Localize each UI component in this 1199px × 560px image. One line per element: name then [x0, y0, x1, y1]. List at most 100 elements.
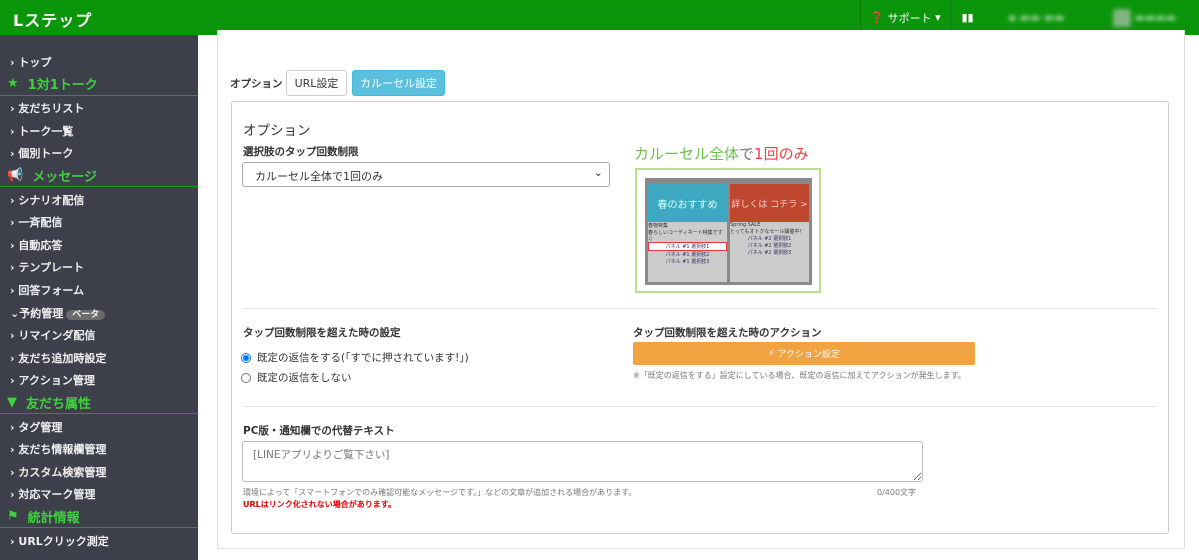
sidebar-item-label: カスタム検索管理	[18, 465, 107, 479]
sidebar-item[interactable]: › アクション管理	[10, 372, 95, 388]
tab-carousel-settings[interactable]: カルーセル設定	[352, 70, 445, 96]
chevron-right-icon: ›	[10, 534, 15, 548]
tap-limit-label: 選択肢のタップ回数制限	[243, 146, 359, 158]
sidebar-item[interactable]: › 友だちリスト	[10, 100, 84, 116]
panel1-choice: パネル #1 選択肢2	[665, 252, 710, 258]
panel2-desc: とってもオトクなセール開催中！	[730, 229, 805, 235]
tap-limit-select[interactable]: カルーセル全体で1回のみ ⌄	[242, 162, 610, 187]
radio-label: 既定の返信をしない	[257, 372, 352, 384]
radio-input[interactable]	[241, 352, 251, 363]
chevron-right-icon: ›	[10, 147, 15, 161]
section-title: 統計情報	[27, 510, 80, 526]
chevron-down-icon: ⌄	[10, 306, 20, 320]
chevron-right-icon: ›	[10, 102, 15, 116]
account-text: ▪ ▬▬ ▬▬	[1008, 11, 1065, 24]
divider	[243, 308, 1157, 309]
chevron-right-icon: ›	[10, 238, 15, 252]
panel1-title: 春物特集	[648, 223, 669, 229]
sidebar-section-header: ▼ 友だち属性	[0, 391, 198, 414]
star-icon: ★	[7, 76, 19, 92]
radio-default-reply[interactable]: 既定の返信をする(「すでに押されています!」)	[241, 350, 469, 365]
tab-url-settings[interactable]: URL設定	[286, 70, 347, 96]
sidebar-item[interactable]: › 回答フォーム	[10, 282, 84, 298]
logo[interactable]: Lステップ	[13, 7, 92, 31]
question-circle-icon: ❓	[870, 11, 885, 24]
sidebar-item[interactable]: › リマインダ配信	[10, 327, 95, 343]
sidebar-item-label: 一斉配信	[18, 216, 63, 230]
sidebar-item[interactable]: › URLクリック測定	[10, 533, 109, 549]
panel2-choice: パネル #2 選択肢3	[747, 250, 792, 256]
sidebar-item-label: URLクリック測定	[18, 534, 109, 548]
sidebar-item-label: 個別トーク	[18, 147, 74, 161]
sidebar-item-label: 対応マーク管理	[18, 488, 96, 502]
sidebar-item[interactable]: › 自動応答	[10, 237, 62, 253]
caption-a: カルーセル全体	[634, 145, 740, 163]
sidebar-item[interactable]: › シナリオ配信	[10, 192, 84, 208]
chevron-right-icon: ›	[10, 124, 15, 138]
megaphone-icon: 📢	[7, 167, 24, 183]
chevron-right-icon: ›	[10, 216, 15, 230]
chevron-right-icon: ›	[10, 351, 15, 365]
tap-limit-value: カルーセル全体で1回のみ	[255, 170, 383, 183]
radio-no-reply[interactable]: 既定の返信をしない	[241, 370, 352, 385]
support-label: サポート	[887, 11, 932, 25]
sidebar-item[interactable]: › テンプレート	[10, 259, 84, 275]
chevron-right-icon: ›	[10, 284, 15, 297]
radio-input[interactable]	[241, 372, 251, 383]
carousel-preview-image: 春のおすすめ 春物特集 春らしいコーディネート特集です♫ パネル #1 選択肢1…	[635, 168, 821, 293]
panel1-choice: パネル #1 選択肢1	[648, 242, 727, 251]
chevron-right-icon: ›	[10, 443, 15, 457]
option-label: オプション	[230, 78, 283, 90]
action-settings-button[interactable]: ⚡ アクション設定	[633, 342, 975, 365]
chevron-right-icon: ›	[10, 261, 15, 275]
sidebar-item[interactable]: › カスタム検索管理	[10, 464, 106, 480]
action-button-label: アクション設定	[777, 350, 840, 360]
sidebar-item[interactable]: › 友だち追加時設定	[10, 350, 106, 366]
bolt-icon: ⚡	[768, 348, 775, 359]
sidebar-item[interactable]: › トーク一覧	[10, 123, 73, 139]
panel2-choice: パネル #2 選択肢1	[747, 236, 792, 242]
sidebar: › トップ ★ 1対1トーク › 友だちリスト › トーク一覧 › 個別トーク 📢 メッセージ…	[0, 35, 198, 560]
section-title: 1対1トーク	[27, 78, 98, 94]
sidebar-item-top[interactable]: › トップ	[10, 54, 51, 70]
sidebar-item[interactable]: › 友だち情報欄管理	[10, 441, 106, 457]
panel2-choice: パネル #2 選択肢2	[747, 243, 792, 249]
sidebar-section-header: 📢 メッセージ	[0, 164, 198, 187]
sidebar-item-label: 回答フォーム	[18, 284, 85, 297]
preview-caption: カルーセル全体で1回のみ	[634, 143, 809, 164]
chevron-right-icon: ›	[10, 465, 15, 479]
caption-c: 1回のみ	[754, 145, 809, 163]
chevron-right-icon: ›	[10, 56, 15, 69]
sidebar-item-label: 友だち情報欄管理	[18, 443, 107, 457]
chevron-right-icon: ›	[10, 193, 15, 207]
user-name: ▬▬▬▬	[1134, 11, 1177, 24]
sidebar-item[interactable]: › 個別トーク	[10, 145, 73, 161]
sidebar-item[interactable]: › 一斉配信	[10, 214, 62, 230]
alt-text-label: PC版・通知欄での代替テキスト	[243, 425, 395, 437]
chevron-down-icon: ⌄	[593, 166, 603, 179]
radio-label: 既定の返信をする(「すでに押されています!」)	[257, 352, 469, 364]
sidebar-item-label: シナリオ配信	[18, 193, 85, 207]
alt-note: 環境によって「スマートフォンでのみ確認可能なメッセージです。」などの文章が追加さ…	[243, 488, 637, 497]
sidebar-item-label: トーク一覧	[18, 124, 74, 138]
avatar	[1112, 8, 1131, 27]
sidebar-item-label: 友だち追加時設定	[18, 351, 107, 365]
alt-warning: URLはリンク化されない場合があります。	[243, 500, 396, 509]
sidebar-item-reservation[interactable]: ⌄予約管理 ベータ	[10, 305, 106, 321]
action-note: ※「既定の返信をする」設定にしている場合、既定の返信に加えてアクションが発生しま…	[633, 371, 966, 380]
alt-text-input[interactable]	[242, 441, 923, 482]
sidebar-item-label: リマインダ配信	[18, 329, 96, 343]
sidebar-item-label: タグ管理	[18, 420, 63, 434]
flag-icon: ⚑	[7, 508, 19, 524]
chevron-right-icon: ›	[10, 374, 15, 388]
sidebar-item-label: 友だちリスト	[18, 102, 85, 116]
preview-panel-2: 詳しくは コチラ > Spring SALE とってもオトクなセール開催中！ パ…	[730, 184, 809, 282]
panel2-image: 詳しくは コチラ >	[730, 184, 809, 222]
sidebar-item-label: テンプレート	[18, 261, 85, 275]
sidebar-item[interactable]: › 対応マーク管理	[10, 486, 95, 502]
panel1-desc: 春らしいコーディネート特集です♫	[648, 230, 723, 242]
chevron-right-icon: ›	[10, 488, 15, 502]
sidebar-item-label: トップ	[18, 56, 52, 69]
caption-b: で	[739, 145, 755, 163]
sidebar-item[interactable]: › タグ管理	[10, 419, 62, 435]
